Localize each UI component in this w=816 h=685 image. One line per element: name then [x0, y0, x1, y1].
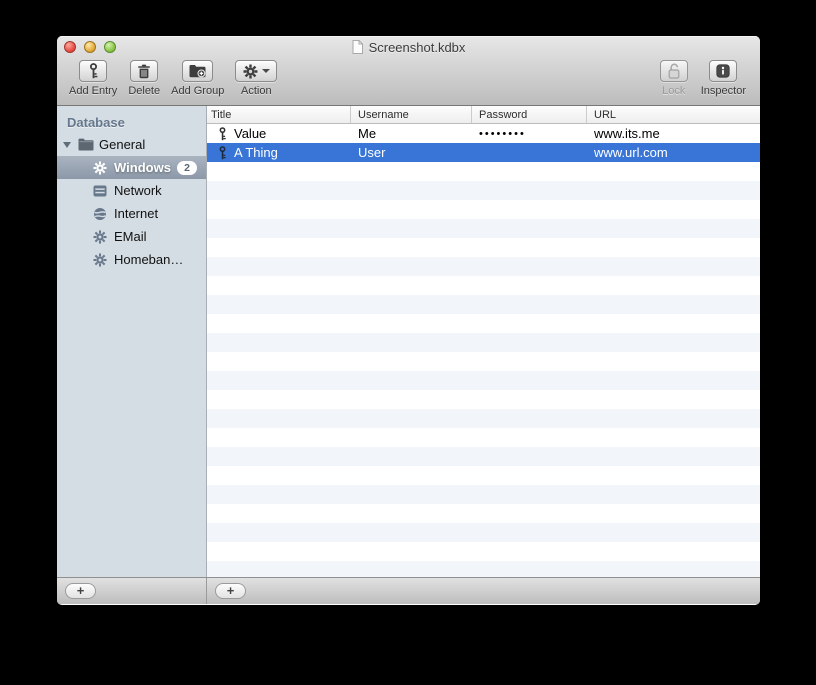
sidebar-item-network[interactable]: Network	[57, 179, 206, 202]
action-button[interactable]: Action	[235, 60, 278, 97]
globe-icon	[92, 206, 108, 222]
key-icon	[219, 145, 226, 159]
key-icon	[89, 63, 98, 79]
gear-icon	[243, 64, 258, 78]
table-header: Title Username Password URL	[207, 106, 760, 124]
add-entry-footer-button[interactable]: +	[215, 583, 246, 599]
entry-username: User	[358, 145, 386, 160]
sidebar-item-homebanking[interactable]: Homeban…	[57, 248, 206, 271]
column-header-url[interactable]: URL	[587, 106, 760, 123]
inspector-label: Inspector	[700, 85, 746, 97]
entry-title: A Thing	[234, 145, 278, 160]
sidebar-item-label: EMail	[114, 229, 147, 244]
entry-password: ••••••••	[479, 127, 526, 140]
titlebar[interactable]: Screenshot.kdbx	[57, 36, 760, 58]
gear-icon	[92, 252, 108, 268]
action-label: Action	[241, 85, 272, 97]
sidebar-item-windows[interactable]: Windows 2	[57, 156, 206, 179]
dropdown-arrow-icon	[261, 69, 270, 73]
app-window: Screenshot.kdbx Add Entry Delete Add Gro…	[57, 36, 760, 605]
entry-title: Value	[234, 126, 267, 141]
main-area: Database General Windows 2 Network Inter…	[57, 106, 760, 577]
window-icon	[92, 183, 108, 199]
sidebar-section-header: Database	[67, 115, 125, 130]
trash-icon	[138, 64, 151, 78]
delete-label: Delete	[128, 85, 161, 97]
window-title: Screenshot.kdbx	[368, 39, 466, 55]
key-icon	[219, 126, 226, 140]
add-group-button[interactable]: Add Group	[171, 60, 224, 97]
sidebar-item-label: Network	[114, 183, 162, 198]
entry-count-badge: 2	[177, 160, 197, 175]
column-header-title[interactable]: Title	[207, 106, 351, 123]
toolbar-right-group: Lock Inspector	[659, 60, 746, 97]
disclosure-triangle-icon[interactable]	[63, 141, 71, 148]
bottom-bar: + +	[57, 577, 760, 604]
gear-icon	[92, 229, 108, 245]
sidebar-item-email[interactable]: EMail	[57, 225, 206, 248]
sidebar-item-label: Windows	[114, 160, 171, 175]
entry-table: Title Username Password URL Value Me •••…	[207, 106, 760, 577]
table-footer: +	[207, 578, 760, 604]
entry-username: Me	[358, 126, 377, 141]
column-header-username[interactable]: Username	[351, 106, 472, 123]
toolbar: Add Entry Delete Add Group Action Lock I…	[57, 58, 760, 106]
add-group-footer-button[interactable]: +	[65, 583, 96, 599]
window-chrome: Screenshot.kdbx Add Entry Delete Add Gro…	[57, 36, 760, 106]
folder-plus-icon	[189, 65, 206, 78]
title-wrap: Screenshot.kdbx	[57, 36, 760, 58]
inspector-button[interactable]: Inspector	[701, 60, 746, 97]
add-entry-label: Add Entry	[69, 85, 118, 97]
lock-button: Lock	[659, 60, 688, 97]
table-row[interactable]: Value Me •••••••• www.its.me	[207, 124, 760, 143]
sidebar-item-internet[interactable]: Internet	[57, 202, 206, 225]
sidebar-item-label: Homeban…	[114, 252, 184, 267]
column-header-password[interactable]: Password	[472, 106, 587, 123]
table-row-selected[interactable]: A Thing User www.url.com	[207, 143, 760, 162]
delete-button[interactable]: Delete	[128, 60, 160, 97]
document-icon	[352, 40, 363, 54]
toolbar-left-group: Add Entry Delete Add Group Action	[69, 60, 278, 97]
entry-url: www.url.com	[594, 145, 668, 160]
lock-open-icon	[668, 63, 680, 79]
sidebar-item-label: General	[99, 137, 146, 152]
sidebar-item-label: Internet	[114, 206, 159, 221]
entry-url: www.its.me	[594, 126, 660, 141]
sidebar: Database General Windows 2 Network Inter…	[57, 106, 207, 577]
sidebar-footer: +	[57, 578, 207, 604]
folder-icon	[78, 137, 94, 153]
add-entry-button[interactable]: Add Entry	[69, 60, 117, 97]
table-body: Value Me •••••••• www.its.me A Thing Use…	[207, 124, 760, 577]
gear-icon	[92, 160, 108, 176]
add-group-label: Add Group	[171, 85, 225, 97]
lock-label: Lock	[662, 85, 686, 97]
sidebar-item-general[interactable]: General	[57, 133, 206, 156]
info-icon	[716, 64, 730, 78]
